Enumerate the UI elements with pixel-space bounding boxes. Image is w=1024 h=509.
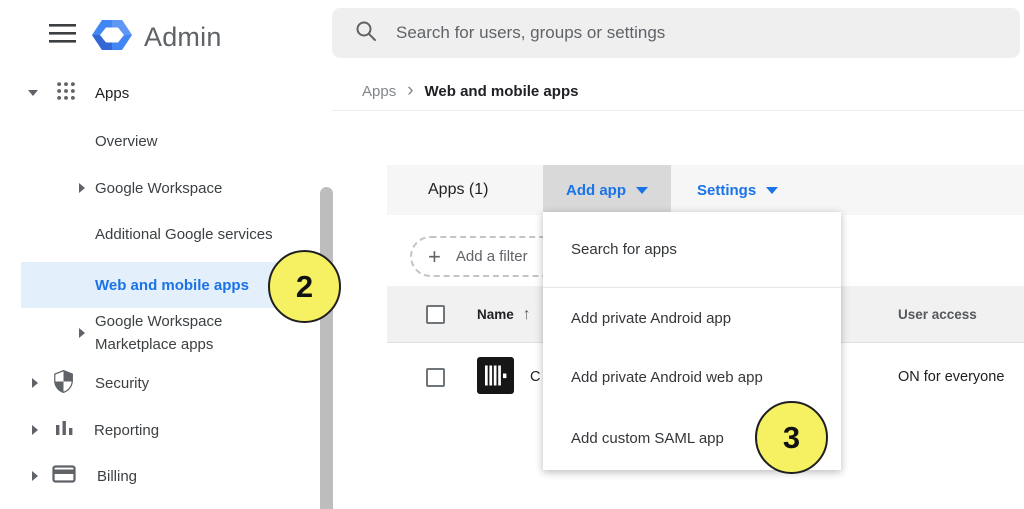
caret-down-icon[interactable]: [28, 90, 38, 96]
caret-right-icon[interactable]: [32, 425, 38, 435]
apps-toolbar: Apps (1) Add app Settings: [387, 165, 1024, 215]
settings-label: Settings: [697, 182, 756, 199]
caret-down-icon: [636, 187, 648, 194]
menu-item-add-private-android-web-app[interactable]: Add private Android web app: [543, 349, 841, 406]
logo-title: Admin: [144, 22, 222, 53]
sort-ascending-icon[interactable]: ↑: [523, 306, 531, 324]
caret-down-icon: [766, 187, 778, 194]
apps-count-label: Apps (1): [428, 165, 488, 215]
menu-item-add-private-android-app[interactable]: Add private Android app: [543, 288, 841, 349]
sidebar-item-billing[interactable]: Billing: [32, 464, 137, 488]
sidebar-item-label: Billing: [97, 468, 137, 485]
caret-right-icon[interactable]: [79, 328, 85, 338]
app-name[interactable]: C: [530, 344, 540, 410]
breadcrumb-divider: [332, 110, 1024, 111]
caret-right-icon[interactable]: [32, 378, 38, 388]
search-icon: [354, 19, 378, 48]
chevron-right-icon: ›: [407, 84, 413, 98]
shield-icon: [52, 369, 75, 398]
search-input[interactable]: [396, 23, 956, 43]
sidebar-item-label: Apps: [95, 85, 129, 102]
sidebar-item-marketplace-apps[interactable]: Google Workspace Marketplace apps: [79, 309, 275, 357]
app-logo-icon: [477, 357, 514, 399]
breadcrumb: Apps › Web and mobile apps: [362, 79, 578, 103]
caret-right-icon[interactable]: [32, 471, 38, 481]
sidebar-item-label: Google Workspace Marketplace apps: [95, 310, 275, 356]
sidebar-item-label: Additional Google services: [95, 226, 273, 243]
breadcrumb-parent-link[interactable]: Apps: [362, 83, 396, 100]
caret-right-icon[interactable]: [79, 183, 85, 193]
sidebar-item-overview[interactable]: Overview: [95, 129, 158, 153]
global-search-bar[interactable]: [332, 8, 1020, 58]
select-all-checkbox[interactable]: [426, 305, 445, 324]
credit-card-icon: [52, 464, 76, 488]
step-badge-3: 3: [755, 401, 828, 474]
user-access-value: ON for everyone: [898, 344, 1004, 410]
sidebar-item-label: Security: [95, 375, 149, 392]
name-column-label: Name: [477, 307, 514, 322]
sidebar-item-label: Web and mobile apps: [95, 277, 249, 294]
sidebar-item-label: Overview: [95, 133, 158, 150]
sidebar-item-additional-google-services[interactable]: Additional Google services: [95, 222, 273, 246]
add-filter-label: Add a filter: [456, 248, 528, 265]
bar-chart-icon: [54, 418, 75, 442]
sidebar-item-apps[interactable]: Apps: [28, 81, 129, 105]
apps-grid-icon: [55, 80, 77, 106]
column-header-name[interactable]: Name ↑: [477, 286, 531, 343]
add-app-label: Add app: [566, 182, 626, 199]
plus-icon: +: [428, 247, 441, 267]
column-header-user-access: User access: [898, 286, 977, 343]
add-app-button[interactable]: Add app: [543, 165, 671, 215]
admin-hexagon-icon: [92, 15, 132, 60]
sidebar-scrollbar[interactable]: [320, 187, 333, 509]
sidebar-item-reporting[interactable]: Reporting: [32, 418, 159, 442]
settings-button[interactable]: Settings: [697, 165, 778, 215]
sidebar-item-label: Reporting: [94, 422, 159, 439]
admin-console-window: Admin Apps › Web and mobile apps: [0, 0, 1024, 509]
google-admin-logo[interactable]: Admin: [92, 15, 222, 60]
sidebar-item-google-workspace[interactable]: Google Workspace: [79, 176, 222, 200]
row-checkbox[interactable]: [426, 368, 445, 387]
breadcrumb-current: Web and mobile apps: [425, 83, 579, 100]
sidebar-item-label: Google Workspace: [95, 180, 222, 197]
menu-item-search-for-apps[interactable]: Search for apps: [543, 212, 841, 288]
sidebar-item-security[interactable]: Security: [32, 371, 149, 395]
step-badge-2: 2: [268, 250, 341, 323]
hamburger-menu-icon[interactable]: [48, 22, 78, 44]
